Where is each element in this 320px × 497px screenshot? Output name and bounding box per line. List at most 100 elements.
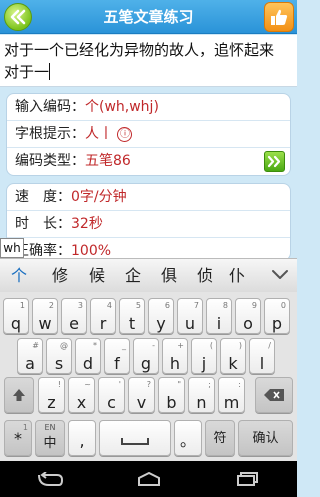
key-s-sub: @ [60, 341, 68, 350]
candidate-1[interactable]: 修 [45, 259, 75, 293]
duration-row: 时 长：32秒 [7, 211, 290, 238]
symbol-key[interactable]: 符 [205, 420, 235, 456]
thumbs-up-icon [271, 9, 288, 25]
key-k[interactable]: ) k [220, 338, 246, 374]
candidate-0[interactable]: 个 [4, 259, 34, 293]
key-o[interactable]: 9o [235, 298, 261, 334]
key-j[interactable]: (j [191, 338, 217, 374]
code-info-panel: 输入编码：个(wh,whj) 字根提示：人丨 ⓘ 编码类型：五笔86 [6, 93, 291, 176]
key-n[interactable]: ; n [188, 377, 215, 413]
key-f[interactable]: _ f [104, 338, 130, 374]
back-nav-icon[interactable] [37, 472, 63, 486]
period-key[interactable]: 。 [174, 420, 202, 456]
symbol-key-label: 符 [213, 431, 227, 446]
duration-value: 32秒 [71, 216, 103, 232]
key-q-sub: 1 [19, 301, 25, 310]
key-w-sub: 2 [48, 301, 54, 310]
key-p-sub: 0 [280, 301, 286, 310]
key-t-sub: 5 [135, 301, 141, 310]
key-r[interactable]: 4r [90, 298, 116, 334]
key-d[interactable]: * d [75, 338, 101, 374]
key-e[interactable]: 3e [61, 298, 87, 334]
confirm-key[interactable]: 确认 [238, 420, 293, 456]
speed-value: 0字/分钟 [71, 189, 127, 205]
backspace-key[interactable] [255, 377, 293, 413]
shift-arrow-icon [13, 389, 25, 401]
comma-key[interactable]: , [68, 420, 96, 456]
key-t[interactable]: 5t [119, 298, 145, 334]
candidate-5[interactable]: 侦 [190, 259, 220, 293]
key-h[interactable]: + h [162, 338, 188, 374]
key-e-sub: 3 [77, 301, 83, 310]
key-c-sub: ' [118, 380, 121, 389]
key-b[interactable]: " b [158, 377, 185, 413]
key-i-sub: 8 [222, 301, 228, 310]
key-c[interactable]: ' c [98, 377, 125, 413]
key-x[interactable]: ~ x [68, 377, 95, 413]
language-switch-key[interactable]: EN 中 [35, 420, 65, 456]
key-p[interactable]: 0p [264, 298, 290, 334]
root-hint-row: 字根提示：人丨 ⓘ [7, 121, 290, 148]
key-s[interactable]: @ s [46, 338, 72, 374]
star-key-sub: 1 [22, 423, 28, 432]
shift-key[interactable] [4, 377, 34, 413]
article-line-2: 对于一 [4, 61, 293, 83]
code-type-row: 编码类型：五笔86 [7, 148, 290, 175]
typed-text: 对于一 [4, 63, 50, 81]
candidate-3[interactable]: 企 [118, 259, 148, 293]
double-chevron-right-icon [267, 155, 281, 168]
root-hint-label: 字根提示： [15, 126, 85, 142]
input-code-value: 个(wh,whj) [85, 99, 159, 115]
home-nav-icon[interactable] [136, 472, 162, 486]
key-y[interactable]: 6y [148, 298, 174, 334]
key-q[interactable]: 1q [3, 298, 29, 334]
thumbs-up-button[interactable] [264, 2, 294, 32]
key-h-sub: + [177, 341, 184, 350]
language-switch-top: EN [44, 423, 56, 432]
key-i[interactable]: 8i [206, 298, 232, 334]
candidate-6[interactable]: 仆 [222, 259, 252, 293]
key-x-sub: ~ [84, 380, 91, 389]
page-title: 五笔文章练习 [103, 8, 194, 26]
key-l[interactable]: / l [249, 338, 275, 374]
accuracy-value: 100% [71, 243, 112, 259]
key-f-sub: _ [122, 341, 126, 350]
candidate-4[interactable]: 俱 [154, 259, 184, 293]
key-m[interactable]: :m [218, 377, 245, 413]
input-code-row: 输入编码：个(wh,whj) [7, 94, 290, 121]
candidate-bar: 个 修 候 企 俱 侦 仆 [0, 258, 297, 292]
code-type-next-button[interactable] [264, 151, 285, 172]
code-type-label: 编码类型： [15, 153, 85, 169]
root-hint-circle: ⓘ [117, 127, 133, 142]
comma-key-label: , [79, 431, 85, 450]
confirm-key-label: 确认 [252, 431, 279, 446]
key-a[interactable]: # a [17, 338, 43, 374]
candidate-2[interactable]: 候 [82, 259, 112, 293]
key-y-sub: 6 [164, 301, 170, 310]
article-text[interactable]: 对于一个已经化为异物的故人，追怀起来 对于一 [0, 35, 297, 87]
key-v-sub: ? [146, 380, 151, 389]
ime-composition: wh [0, 238, 24, 258]
soft-keyboard: 1q2w3e4r5t6y7u8i9o0p # a @ s * d _ f - g + h(j) k / l … [0, 292, 297, 461]
key-z[interactable]: ! z [38, 377, 65, 413]
key-w[interactable]: 2w [32, 298, 58, 334]
chevron-down-icon[interactable] [271, 269, 289, 281]
key-a-sub: # [32, 341, 39, 350]
key-g[interactable]: -g [133, 338, 159, 374]
star-key[interactable]: * 1 [4, 420, 32, 456]
speed-label: 速 度： [15, 189, 71, 205]
title-bar: 五笔文章练习 [0, 0, 297, 34]
speed-row: 速 度：0字/分钟 [7, 184, 290, 211]
article-line-1: 对于一个已经化为异物的故人，追怀起来 [4, 41, 275, 59]
key-r-sub: 4 [106, 301, 112, 310]
stats-panel: 速 度：0字/分钟 时 长：32秒 正确率：100% [6, 183, 291, 261]
recent-apps-icon[interactable] [235, 472, 261, 486]
key-u[interactable]: 7u [177, 298, 203, 334]
key-b-sub: " [177, 380, 181, 389]
key-m-sub: : [238, 380, 241, 389]
key-z-sub: ! [57, 380, 61, 389]
code-type-value: 五笔86 [85, 153, 131, 169]
space-key[interactable] [99, 420, 171, 456]
duration-label: 时 长： [15, 216, 71, 232]
key-v[interactable]: ? v [128, 377, 155, 413]
